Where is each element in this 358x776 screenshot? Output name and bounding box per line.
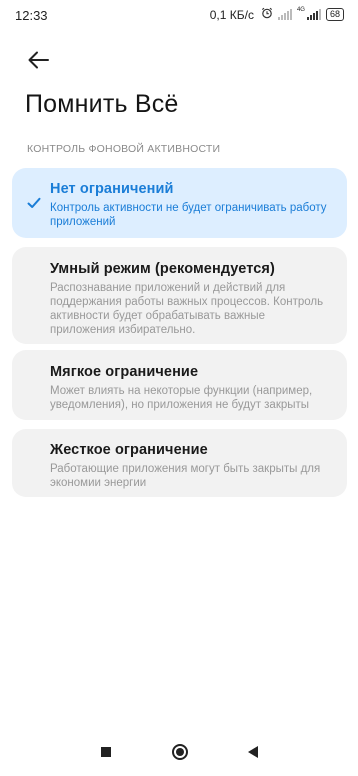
battery-level: 68 [329, 9, 340, 19]
status-time: 12:33 [15, 8, 48, 23]
home-button[interactable] [172, 744, 188, 760]
system-back-button[interactable] [248, 746, 258, 758]
option-title: Нет ограничений [50, 181, 174, 197]
option-hard-restriction[interactable]: Жесткое ограничение Работающие приложени… [12, 429, 347, 497]
option-title: Мягкое ограничение [50, 364, 199, 380]
battery-icon: 68 [325, 8, 344, 21]
signal-icon [306, 9, 321, 20]
alarm-icon [261, 7, 273, 22]
option-title: Умный режим (рекомендуется) [50, 261, 275, 277]
section-header: КОНТРОЛЬ ФОНОВОЙ АКТИВНОСТИ [27, 143, 221, 155]
option-smart-mode[interactable]: Умный режим (рекомендуется) Распознавани… [12, 247, 347, 344]
option-soft-restriction[interactable]: Мягкое ограничение Может влиять на некот… [12, 350, 347, 420]
circle-icon [176, 748, 184, 756]
network-type: 4G [296, 7, 305, 13]
option-description: Работающие приложения могут быть закрыты… [50, 463, 321, 489]
status-bar: 12:33 0,1 КБ/с 4G 68 [0, 0, 358, 30]
arrow-left-icon [28, 51, 49, 69]
option-no-restrictions[interactable]: Нет ограничений Контроль активности не б… [12, 168, 347, 238]
option-title: Жесткое ограничение [50, 442, 208, 458]
network-speed: 0,1 КБ/с [209, 7, 254, 22]
status-icons: 0,1 КБ/с 4G 68 [210, 7, 344, 22]
option-description: Контроль активности не будет ограничиват… [50, 202, 327, 228]
page-title: Помнить Всё [25, 90, 179, 118]
back-button[interactable] [24, 46, 52, 74]
option-description: Распознавание приложений и действий для … [50, 282, 324, 336]
signal-icon [277, 9, 292, 20]
checkmark-icon [27, 197, 41, 208]
option-description: Может влиять на некоторые функции (напри… [50, 385, 313, 411]
recents-button[interactable] [101, 747, 111, 757]
